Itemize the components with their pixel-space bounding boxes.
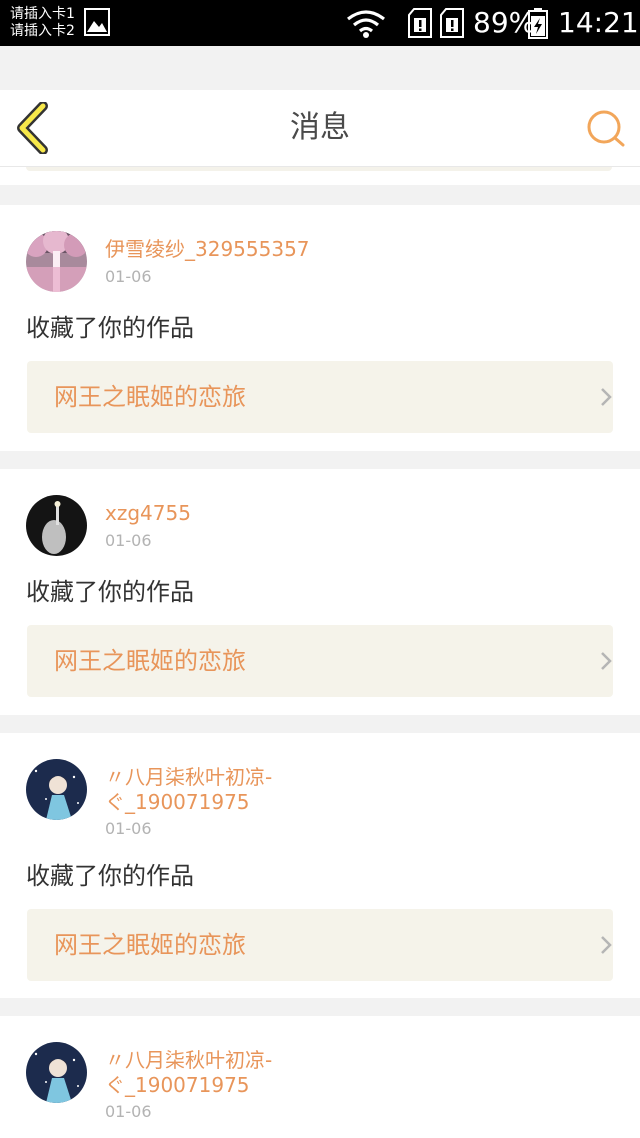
username-line-2: ぐ_190071975 xyxy=(105,790,250,814)
gallery-icon xyxy=(84,8,110,36)
work-link[interactable]: 网王之眠姬的恋旅 xyxy=(27,361,613,433)
chevron-right-icon xyxy=(601,388,612,406)
sim-1-label: 请插入卡1 xyxy=(10,6,75,22)
avatar[interactable] xyxy=(26,231,87,292)
chevron-right-icon xyxy=(601,936,612,954)
date: 01-06 xyxy=(105,819,152,838)
clock: 14:21 xyxy=(558,6,639,39)
action-text: 收藏了你的作品 xyxy=(26,578,194,606)
message-card: 〃八月柒秋叶初凉- ぐ_190071975 01-06 xyxy=(0,1016,640,1138)
anime-night-avatar xyxy=(26,759,87,820)
date: 01-06 xyxy=(105,267,152,286)
dark-hand-avatar xyxy=(26,495,87,556)
avatar[interactable] xyxy=(26,759,87,820)
previous-message-card xyxy=(0,167,640,185)
date: 01-06 xyxy=(105,1102,152,1121)
username[interactable]: xzg4755 xyxy=(105,501,315,526)
wifi-icon xyxy=(347,10,385,38)
message-card: xzg4755 01-06 收藏了你的作品 网王之眠姬的恋旅 xyxy=(0,469,640,715)
top-spacer xyxy=(0,46,640,90)
avatar[interactable] xyxy=(26,495,87,556)
work-title: 网王之眠姬的恋旅 xyxy=(54,383,246,411)
previous-work-link xyxy=(26,167,612,171)
battery-percentage: 89% xyxy=(473,6,536,39)
header-bar: 消息 xyxy=(0,90,640,167)
username-line-1: 〃八月柒秋叶初凉- xyxy=(105,765,273,789)
action-text: 收藏了你的作品 xyxy=(26,314,194,342)
sim-2-label: 请插入卡2 xyxy=(10,23,75,39)
username[interactable]: 伊雪绫纱_329555357 xyxy=(105,237,315,262)
username[interactable]: 〃八月柒秋叶初凉- ぐ_190071975 xyxy=(105,765,315,815)
username[interactable]: 〃八月柒秋叶初凉- ぐ_190071975 xyxy=(105,1048,315,1098)
action-text: 收藏了你的作品 xyxy=(26,862,194,890)
username-line-2: ぐ_190071975 xyxy=(105,1073,250,1097)
page-title: 消息 xyxy=(290,110,350,145)
date: 01-06 xyxy=(105,531,152,550)
status-bar: 请插入卡1 请插入卡2 89% 14:21 xyxy=(0,0,640,46)
avatar[interactable] xyxy=(26,1042,87,1103)
anime-night-avatar xyxy=(26,1042,87,1103)
sim-status: 请插入卡1 请插入卡2 xyxy=(10,6,75,40)
sim-icon xyxy=(440,8,464,38)
work-link[interactable]: 网王之眠姬的恋旅 xyxy=(27,909,613,981)
chevron-right-icon xyxy=(601,652,612,670)
search-icon[interactable] xyxy=(578,104,634,154)
battery-charging-icon xyxy=(528,8,548,39)
username-line-1: 〃八月柒秋叶初凉- xyxy=(105,1048,273,1072)
message-card: 伊雪绫纱_329555357 01-06 收藏了你的作品 网王之眠姬的恋旅 xyxy=(0,205,640,451)
work-link[interactable]: 网王之眠姬的恋旅 xyxy=(27,625,613,697)
work-title: 网王之眠姬的恋旅 xyxy=(54,647,246,675)
work-title: 网王之眠姬的恋旅 xyxy=(54,931,246,959)
pink-trees-avatar xyxy=(26,231,87,292)
sim-icon xyxy=(408,8,432,38)
message-card: 〃八月柒秋叶初凉- ぐ_190071975 01-06 收藏了你的作品 网王之眠… xyxy=(0,733,640,998)
